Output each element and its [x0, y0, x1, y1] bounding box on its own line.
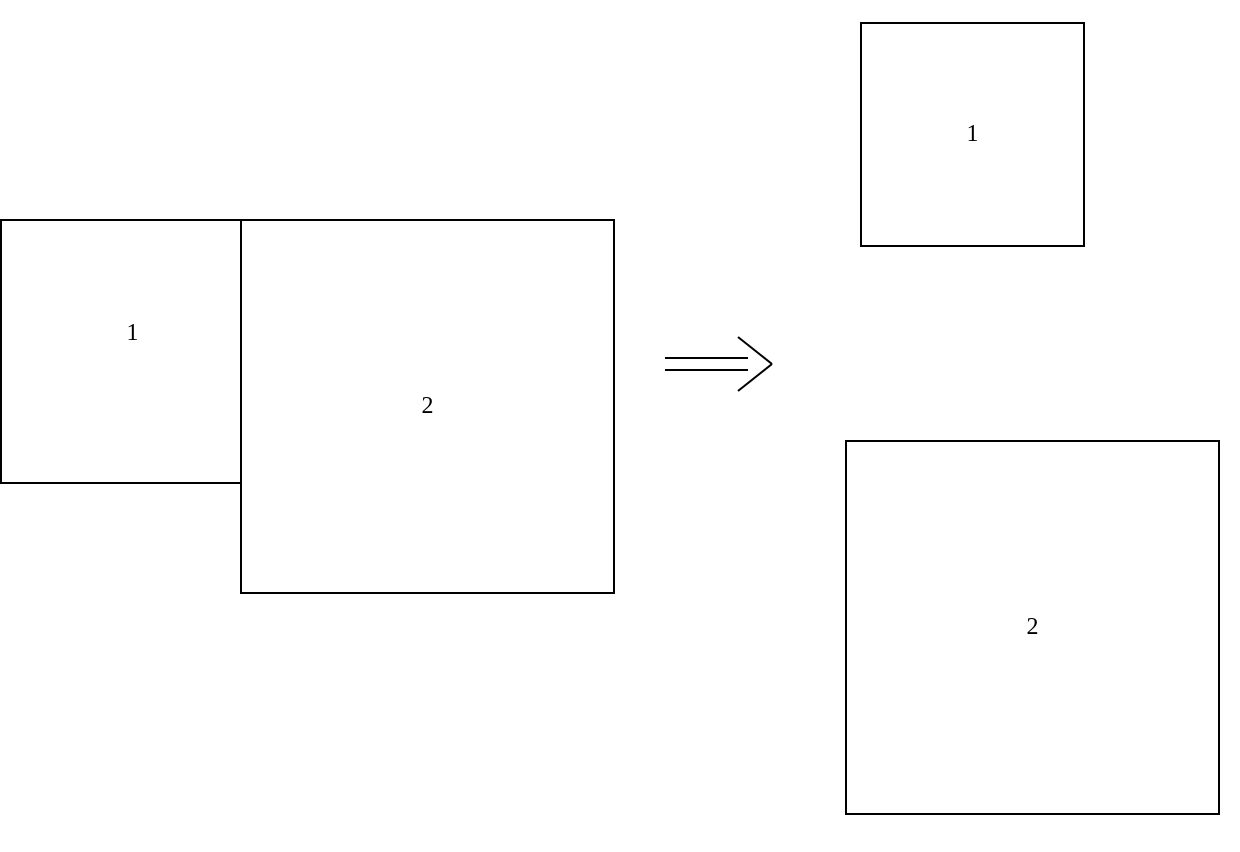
left-box-2: 2 — [240, 219, 615, 594]
right-box-2-label: 2 — [1027, 614, 1039, 641]
left-box-2-label: 2 — [422, 393, 434, 420]
right-box-1: 1 — [860, 22, 1085, 247]
left-box-1-label: 1 — [127, 320, 139, 347]
left-box-1: 1 — [0, 219, 265, 484]
right-box-2: 2 — [845, 440, 1220, 815]
double-arrow-icon — [660, 334, 780, 399]
right-box-1-label: 1 — [967, 121, 979, 148]
